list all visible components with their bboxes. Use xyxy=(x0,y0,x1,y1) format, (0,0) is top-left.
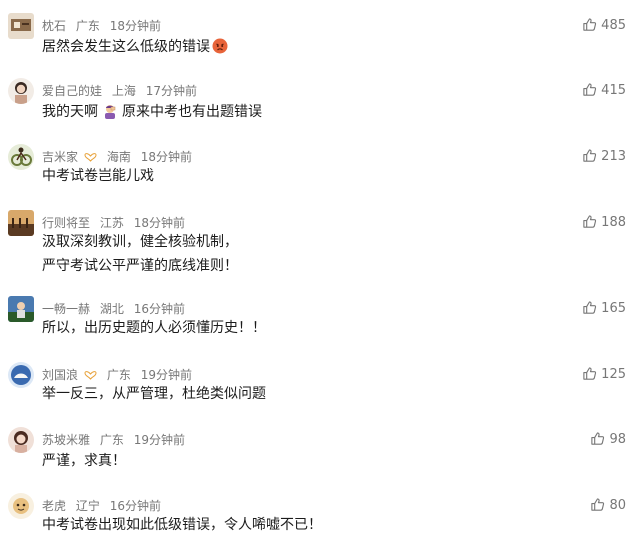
comment-list: 枕石 广东 18分钟前 485 居然会发生这么低级的错误 爱自己的娃 上海 17… xyxy=(0,0,640,555)
like-count: 485 xyxy=(601,18,626,33)
comment-text: 严谨，求真！ xyxy=(42,449,126,473)
like-button[interactable]: 125 xyxy=(582,362,626,388)
username[interactable]: 吉米家 xyxy=(42,150,78,164)
comment-line: 中考试卷出现如此低级错误，令人唏嘘不已！ xyxy=(42,517,322,533)
comment-text: 举一反三，从严管理，杜绝类似问题 xyxy=(42,382,266,406)
thumbs-up-icon xyxy=(591,432,605,445)
comment-line: 居然会发生这么低级的错误 xyxy=(42,39,210,55)
thumbs-up-icon xyxy=(583,83,597,96)
comment-text: 居然会发生这么低级的错误 xyxy=(42,35,228,62)
comment-line: 原来中考也有出题错误 xyxy=(122,104,262,120)
comment-line: 我的天啊 xyxy=(42,104,98,120)
thumbs-up-icon xyxy=(583,367,597,380)
avatar[interactable] xyxy=(8,362,34,388)
username[interactable]: 爱自己的娃 xyxy=(42,84,102,98)
avatar[interactable] xyxy=(8,296,34,322)
username[interactable]: 枕石 xyxy=(42,19,66,33)
username[interactable]: 一畅一赫 xyxy=(42,302,90,316)
like-button[interactable]: 188 xyxy=(582,210,626,236)
avatar[interactable] xyxy=(8,144,34,170)
timestamp: 18分钟前 xyxy=(133,216,185,230)
like-count: 188 xyxy=(601,215,626,230)
avatar[interactable] xyxy=(8,78,34,104)
timestamp: 17分钟前 xyxy=(145,84,197,98)
username[interactable]: 行则将至 xyxy=(42,216,90,230)
like-button[interactable]: 98 xyxy=(590,427,626,453)
thumbs-up-icon xyxy=(583,149,597,162)
region: 上海 xyxy=(111,84,136,98)
avatar[interactable] xyxy=(8,427,34,453)
like-count: 415 xyxy=(601,83,626,98)
timestamp: 18分钟前 xyxy=(140,150,192,164)
fan-badge-icon xyxy=(84,371,97,380)
comment-text: 中考试卷岂能儿戏 xyxy=(42,164,154,188)
comment-line: 严守考试公平严谨的底线准则！ xyxy=(42,258,238,274)
timestamp: 19分钟前 xyxy=(133,433,185,447)
like-count: 98 xyxy=(609,432,626,447)
facepalm-person-icon xyxy=(102,103,118,127)
username[interactable]: 老虎 xyxy=(42,499,66,513)
timestamp: 18分钟前 xyxy=(109,19,161,33)
like-button[interactable]: 485 xyxy=(582,13,626,39)
thumbs-up-icon xyxy=(583,215,597,228)
like-button[interactable]: 415 xyxy=(582,78,626,104)
like-button[interactable]: 80 xyxy=(590,493,626,519)
region: 辽宁 xyxy=(75,499,100,513)
thumbs-up-icon xyxy=(583,301,597,314)
avatar[interactable] xyxy=(8,210,34,236)
comment-line: 汲取深刻教训，健全核验机制， xyxy=(42,234,238,250)
region: 广东 xyxy=(99,433,124,447)
username[interactable]: 苏坡米雅 xyxy=(42,433,90,447)
username[interactable]: 刘国浪 xyxy=(42,368,78,382)
like-button[interactable]: 165 xyxy=(582,296,626,322)
region: 湖北 xyxy=(99,302,124,316)
like-button[interactable]: 213 xyxy=(582,144,626,170)
comment-text: 所以，出历史题的人必须懂历史！！ xyxy=(42,316,266,340)
like-count: 125 xyxy=(601,367,626,382)
avatar[interactable] xyxy=(8,493,34,519)
comment-line: 举一反三，从严管理，杜绝类似问题 xyxy=(42,386,266,402)
comment-line: 中考试卷岂能儿戏 xyxy=(42,168,154,184)
region: 广东 xyxy=(106,368,131,382)
comment-line: 严谨，求真！ xyxy=(42,453,126,469)
region: 广东 xyxy=(75,19,100,33)
like-count: 213 xyxy=(601,149,626,164)
like-count: 80 xyxy=(609,498,626,513)
region: 江苏 xyxy=(99,216,124,230)
comment-line: 所以，出历史题的人必须懂历史！！ xyxy=(42,320,266,336)
comment-text: 汲取深刻教训，健全核验机制， 严守考试公平严谨的底线准则！ xyxy=(42,230,238,278)
comment-text: 中考试卷出现如此低级错误，令人唏嘘不已！ xyxy=(42,513,322,537)
angry-face-icon xyxy=(212,38,228,62)
thumbs-up-icon xyxy=(583,18,597,31)
thumbs-up-icon xyxy=(591,498,605,511)
like-count: 165 xyxy=(601,301,626,316)
fan-badge-icon xyxy=(84,153,97,162)
avatar[interactable] xyxy=(8,13,34,39)
timestamp: 16分钟前 xyxy=(109,499,161,513)
timestamp: 16分钟前 xyxy=(133,302,185,316)
region: 海南 xyxy=(106,150,131,164)
comment-text: 我的天啊 原来中考也有出题错误 xyxy=(42,100,262,127)
timestamp: 19分钟前 xyxy=(140,368,192,382)
